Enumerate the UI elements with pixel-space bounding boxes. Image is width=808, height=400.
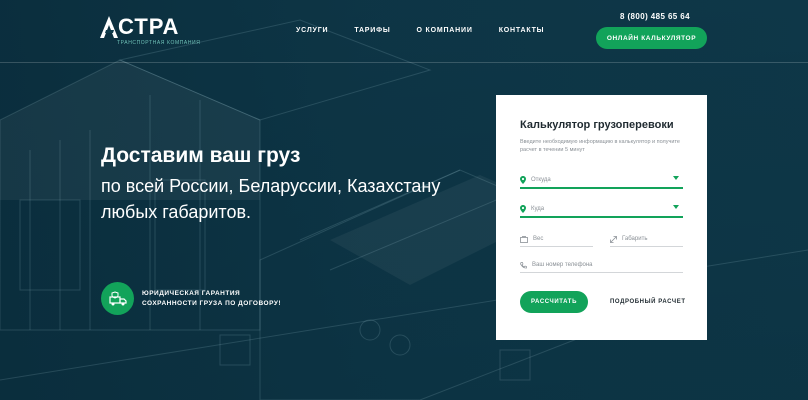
hero-subtitle: по всей России, Беларуссии, Казахстану л… xyxy=(101,176,441,222)
location-pin-icon xyxy=(520,176,526,184)
nav-item-tariffs[interactable]: ТАРИФЫ xyxy=(354,27,390,34)
to-select[interactable]: Куда xyxy=(520,202,683,218)
guarantee-block: ЮРИДИЧЕСКАЯ ГАРАНТИЯ СОХРАННОСТИ ГРУЗА П… xyxy=(101,282,292,315)
logo-name: СТРА xyxy=(118,14,180,39)
weight-icon xyxy=(520,235,528,243)
calculator-panel: Калькулятор грузоперевоки Введите необхо… xyxy=(496,95,707,340)
resize-icon xyxy=(610,235,617,243)
calculate-button[interactable]: РАССЧИТАТЬ xyxy=(520,291,588,313)
guarantee-line-1: ЮРИДИЧЕСКАЯ ГАРАНТИЯ xyxy=(142,289,241,297)
detailed-calculation-link[interactable]: ПОДРОБНЫЙ РАСЧЕТ xyxy=(610,299,686,305)
main-nav: УСЛУГИ ТАРИФЫ О КОМПАНИИ КОНТАКТЫ xyxy=(296,27,570,34)
logo[interactable]: СТРА ТРАНСПОРТНАЯ КОМПАНИЯ xyxy=(100,16,200,46)
site-header: СТРА ТРАНСПОРТНАЯ КОМПАНИЯ УСЛУГИ ТАРИФЫ… xyxy=(0,0,808,63)
calculator-note: Введите необходимую информацию в калькул… xyxy=(520,139,680,153)
hero-title: Доставим ваш груз xyxy=(101,144,301,167)
nav-item-contacts[interactable]: КОНТАКТЫ xyxy=(499,27,545,34)
calculator-title: Калькулятор грузоперевоки xyxy=(520,119,674,131)
weight-input[interactable]: Вес xyxy=(520,232,593,247)
from-select[interactable]: Откуда xyxy=(520,173,683,189)
from-placeholder: Откуда xyxy=(531,177,551,183)
phone-icon xyxy=(520,261,527,268)
logo-tagline: ТРАНСПОРТНАЯ КОМПАНИЯ xyxy=(117,40,201,46)
dimensions-placeholder: Габарить xyxy=(622,236,648,242)
to-placeholder: Куда xyxy=(531,206,545,212)
chevron-down-icon xyxy=(673,176,679,180)
phone-input[interactable]: Ваш номер телефона xyxy=(520,258,683,273)
shield-truck-icon xyxy=(101,282,134,315)
dimensions-input[interactable]: Габарить xyxy=(610,232,683,247)
location-pin-icon xyxy=(520,205,526,213)
logo-a-icon xyxy=(100,16,118,38)
header-phone[interactable]: 8 (800) 485 65 64 xyxy=(620,12,690,21)
phone-placeholder: Ваш номер телефона xyxy=(532,262,593,268)
nav-item-services[interactable]: УСЛУГИ xyxy=(296,27,328,34)
nav-item-about[interactable]: О КОМПАНИИ xyxy=(417,27,473,34)
online-calculator-button[interactable]: ОНЛАЙН КАЛЬКУЛЯТОР xyxy=(596,27,707,49)
weight-placeholder: Вес xyxy=(533,236,544,242)
guarantee-line-2: СОХРАННОСТИ ГРУЗА ПО ДОГОВОРУ! xyxy=(142,299,282,307)
chevron-down-icon xyxy=(673,205,679,209)
